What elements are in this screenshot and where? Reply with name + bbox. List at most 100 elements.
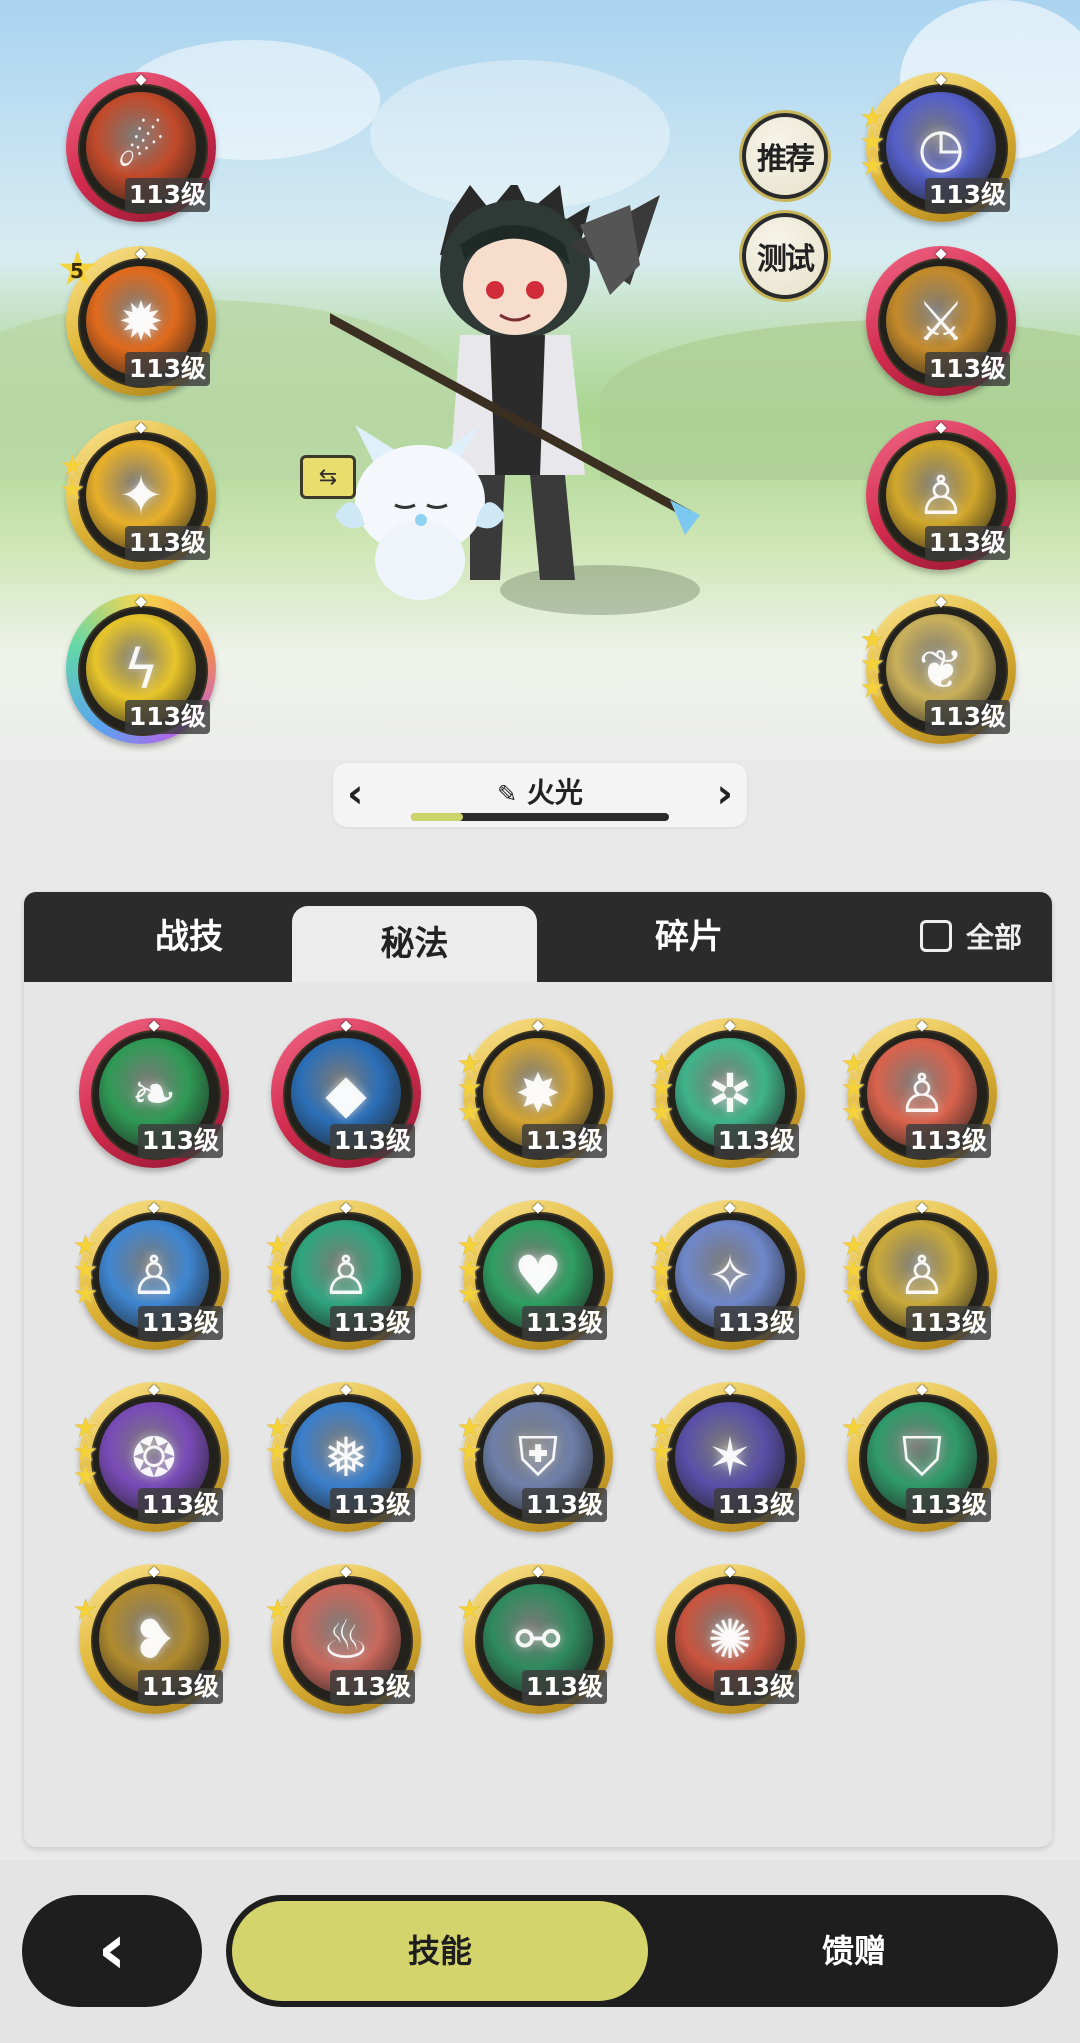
skill-slot[interactable]: ♨ 113级 ★: [265, 1564, 421, 1714]
skill-slot[interactable]: ❂ 113级 ★ ★ ★: [73, 1382, 229, 1532]
skill-slot[interactable]: ❥ 113级 ★: [73, 1564, 229, 1714]
skill-level: 113级: [905, 1124, 991, 1158]
rank-stars: ★ ★ ★: [457, 1232, 483, 1310]
rank-stars: ★ ★ ★: [73, 1232, 99, 1310]
skill-slot[interactable]: ❧ 113级: [79, 1018, 229, 1168]
star-icon: ★: [265, 1593, 291, 1626]
bottom-nav: ‹ 技能 馈赠: [0, 1860, 1080, 2043]
rank-stars: ★ ★: [649, 1414, 674, 1466]
skills-tab-button[interactable]: 技能: [232, 1901, 648, 2001]
skill-level: 113级: [124, 526, 210, 560]
rank-stars: ★ ★ ★: [860, 626, 885, 702]
skill-level: 113级: [329, 1124, 415, 1158]
skill-level: 113级: [137, 1306, 223, 1340]
test-button[interactable]: 测试: [742, 213, 828, 299]
skill-slot[interactable]: ⚔ 113级: [866, 246, 1016, 396]
rank-stars: ★ ★: [60, 452, 86, 506]
tab-bar: 战技 秘法 碎片 全部: [24, 892, 1052, 982]
star-icon: ★: [841, 1411, 867, 1444]
gifts-tab-button[interactable]: 馈赠: [656, 1901, 1052, 2001]
star-count: 5: [70, 259, 84, 283]
skill-slot[interactable]: ❦ 113级 ★ ★ ★: [860, 594, 1016, 744]
tab-combat[interactable]: 战技: [64, 892, 314, 982]
skill-slot[interactable]: ✺ 113级: [655, 1564, 805, 1714]
rank-stars: ★: [265, 1593, 291, 1626]
skill-level: 113级: [124, 178, 210, 212]
skill-level: 113级: [124, 352, 210, 386]
swap-pet-button[interactable]: ⇆: [300, 455, 356, 499]
rank-stars: ★ ★ ★: [860, 104, 886, 182]
skill-slot[interactable]: ⛨ 113级 ★ ★: [457, 1382, 613, 1532]
star-badge-icon: ★ 5: [56, 241, 100, 297]
skill-level: 113级: [521, 1670, 607, 1704]
rank-stars: ★ ★ ★: [73, 1414, 99, 1492]
skill-level: 113级: [329, 1670, 415, 1704]
skill-level: 113级: [329, 1488, 415, 1522]
loadout-name[interactable]: ✎ 火光: [333, 771, 747, 811]
skill-slot[interactable]: ⚯ 113级 ★: [457, 1564, 613, 1714]
loadout-progress: [411, 813, 669, 821]
skill-slot[interactable]: ♥ 113级 ★ ★ ★: [457, 1200, 613, 1350]
skill-slot[interactable]: ✹ 113级 ★ 5: [56, 245, 216, 396]
skill-slot[interactable]: ✶ 113级 ★ ★: [649, 1382, 805, 1532]
star-icon: ★: [457, 1277, 483, 1310]
skill-level: 113级: [713, 1670, 799, 1704]
rank-stars: ★ ★ ★: [649, 1050, 675, 1128]
tab-fragments[interactable]: 碎片: [564, 892, 814, 982]
star-icon: ★: [457, 1095, 483, 1128]
skill-level: 113级: [713, 1488, 799, 1522]
checkbox[interactable]: [919, 920, 952, 952]
skill-level: 113级: [713, 1124, 799, 1158]
star-icon: ★: [841, 1095, 867, 1128]
star-icon: ★: [73, 1459, 99, 1492]
skill-slot[interactable]: ♙ 113级 ★ ★ ★: [73, 1200, 229, 1350]
tab-arcana[interactable]: 秘法: [292, 906, 537, 982]
skill-level: 113级: [924, 352, 1010, 386]
skill-level: 113级: [124, 700, 210, 734]
star-icon: ★: [860, 149, 886, 182]
skill-slot[interactable]: ♙ 113级 ★ ★ ★: [841, 1018, 997, 1168]
star-icon: ★: [60, 473, 86, 506]
skill-level: 113级: [329, 1306, 415, 1340]
skill-slot[interactable]: ◆ 113级: [271, 1018, 421, 1168]
star-icon: ★: [649, 1277, 675, 1310]
skill-slot[interactable]: ϟ 113级: [66, 594, 216, 744]
skill-slot[interactable]: ✧ 113级 ★ ★ ★: [649, 1200, 805, 1350]
star-icon: ★: [841, 1277, 867, 1310]
star-icon: ★: [265, 1277, 291, 1310]
pet-companion: [335, 425, 505, 600]
star-icon: ★: [73, 1593, 99, 1626]
skill-slot[interactable]: ⛉ 113级 ★: [841, 1382, 997, 1532]
pencil-icon: ✎: [497, 780, 518, 808]
star-icon: ★: [649, 1095, 675, 1128]
skill-level: 113级: [137, 1124, 223, 1158]
recommend-button[interactable]: 推荐: [742, 113, 828, 199]
skill-slot[interactable]: ◷ 113级 ★ ★ ★: [860, 72, 1016, 222]
skill-slot[interactable]: ✲ 113级 ★ ★ ★: [649, 1018, 805, 1168]
back-chevron-icon: ‹: [97, 1908, 127, 1990]
show-all-toggle[interactable]: 全部: [919, 916, 1022, 956]
skill-slot[interactable]: ☄ 113级: [66, 72, 216, 222]
swap-icon: ⇆: [318, 464, 338, 490]
loadout-selector: ‹ › ✎ 火光: [333, 763, 747, 827]
star-icon: ★: [73, 1277, 99, 1310]
rank-stars: ★: [457, 1593, 483, 1626]
skill-slot[interactable]: ♙ 113级: [866, 420, 1016, 570]
mode-toggle: 技能 馈赠: [226, 1895, 1058, 2007]
skill-level: 113级: [521, 1124, 607, 1158]
rank-stars: ★ ★ ★: [649, 1232, 675, 1310]
rank-stars: ★ ★ ★: [457, 1050, 483, 1128]
skill-slot[interactable]: ❅ 113级 ★ ★: [265, 1382, 421, 1532]
skill-level: 113级: [905, 1306, 991, 1340]
skill-level: 113级: [521, 1488, 607, 1522]
skill-panel: 战技 秘法 碎片 全部 ❧ 113级 ◆ 113级 ✸ 113级 ★ ★ ★ ✲ 113级 ★ ★ ★ ♙ 1…: [24, 892, 1052, 1847]
skill-slot[interactable]: ✦ 113级 ★ ★: [60, 420, 216, 570]
skill-slot[interactable]: ♙ 113级 ★ ★ ★: [265, 1200, 421, 1350]
skill-slot[interactable]: ♙ 113级 ★ ★ ★: [841, 1200, 997, 1350]
skill-level: 113级: [924, 526, 1010, 560]
star-icon: ★: [457, 1593, 483, 1626]
skill-level: 113级: [713, 1306, 799, 1340]
back-button[interactable]: ‹: [22, 1895, 202, 2007]
skill-level: 113级: [521, 1306, 607, 1340]
skill-slot[interactable]: ✸ 113级 ★ ★ ★: [457, 1018, 613, 1168]
